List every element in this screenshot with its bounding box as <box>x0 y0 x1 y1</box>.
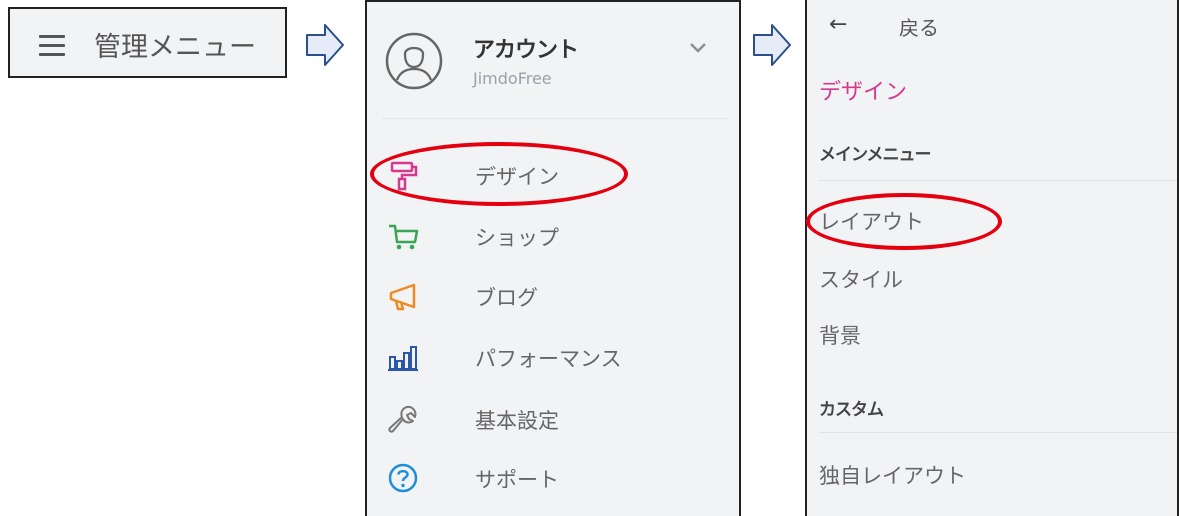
menu-item-label: パフォーマンス <box>475 347 622 371</box>
highlight-oval-layout <box>806 193 1002 250</box>
submenu-item-custom-layout[interactable]: 独自レイアウト <box>819 460 966 490</box>
menu-item-label: サポート <box>475 468 559 492</box>
account-plan: JimdoFree <box>473 69 552 88</box>
help-circle-icon <box>388 463 418 493</box>
back-link[interactable]: 戻る <box>899 12 939 41</box>
design-submenu-panel: ← 戻る デザイン メインメニュー レイアウト スタイル 背景 カスタム 独自レ… <box>805 0 1179 516</box>
menu-item-performance[interactable]: パフォーマンス <box>367 331 739 381</box>
right-outline-arrow-icon <box>753 24 791 66</box>
divider <box>819 180 1177 181</box>
admin-menu-toggle[interactable]: 管理メニュー <box>8 7 287 78</box>
menu-item-support[interactable]: サポート <box>367 452 739 502</box>
left-arrow-icon[interactable]: ← <box>829 12 847 37</box>
menu-item-blog[interactable]: ブログ <box>367 270 739 320</box>
custom-heading: カスタム <box>819 400 884 420</box>
user-avatar-icon[interactable] <box>385 32 443 90</box>
shopping-cart-icon <box>389 224 419 250</box>
menu-item-shop[interactable]: ショップ <box>367 210 739 260</box>
submenu-title: デザイン <box>819 80 908 105</box>
admin-menu-label: 管理メニュー <box>94 32 256 63</box>
chevron-down-icon[interactable] <box>689 42 707 54</box>
wrench-icon <box>388 405 417 433</box>
menu-item-label: ブログ <box>475 286 538 310</box>
megaphone-icon <box>389 283 416 311</box>
submenu-item-background[interactable]: 背景 <box>819 320 861 350</box>
account-divider <box>382 118 729 119</box>
menu-item-label: 基本設定 <box>475 409 559 433</box>
account-name[interactable]: アカウント <box>473 32 579 64</box>
bar-chart-icon <box>388 346 418 371</box>
hamburger-icon[interactable] <box>39 35 65 62</box>
menu-item-label: ショップ <box>475 226 559 250</box>
divider <box>819 432 1177 433</box>
main-menu-heading: メインメニュー <box>819 145 931 165</box>
menu-item-settings[interactable]: 基本設定 <box>367 393 739 443</box>
submenu-item-style[interactable]: スタイル <box>819 264 903 294</box>
highlight-oval-design <box>370 142 628 206</box>
right-outline-arrow-icon <box>306 24 344 66</box>
admin-menu-panel: アカウント JimdoFree デザイン ショップ ブログ パフォーマンス 基本… <box>365 0 741 516</box>
